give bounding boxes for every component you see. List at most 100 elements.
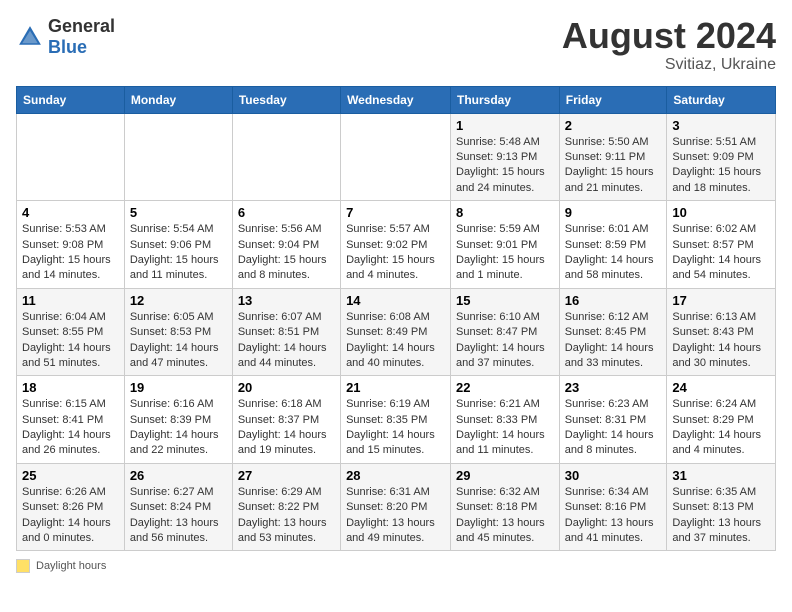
calendar-cell: 7 Sunrise: 5:57 AMSunset: 9:02 PMDayligh… xyxy=(341,201,451,289)
day-number: 22 xyxy=(456,380,554,395)
day-number: 17 xyxy=(672,293,770,308)
day-number: 3 xyxy=(672,118,770,133)
day-number: 10 xyxy=(672,205,770,220)
day-number: 9 xyxy=(565,205,662,220)
title-block: August 2024 Svitiaz, Ukraine xyxy=(562,16,776,74)
logo: General Blue xyxy=(16,16,115,58)
day-content: Sunrise: 5:50 AMSunset: 9:11 PMDaylight:… xyxy=(565,136,654,194)
day-header-sunday: Sunday xyxy=(17,86,125,113)
calendar-cell: 30 Sunrise: 6:34 AMSunset: 8:16 PMDaylig… xyxy=(559,463,667,551)
calendar-header-row: SundayMondayTuesdayWednesdayThursdayFrid… xyxy=(17,86,776,113)
logo-icon xyxy=(16,23,44,51)
calendar-cell: 5 Sunrise: 5:54 AMSunset: 9:06 PMDayligh… xyxy=(124,201,232,289)
calendar-cell xyxy=(17,113,125,201)
day-number: 15 xyxy=(456,293,554,308)
calendar-week-row: 1 Sunrise: 5:48 AMSunset: 9:13 PMDayligh… xyxy=(17,113,776,201)
calendar-cell: 18 Sunrise: 6:15 AMSunset: 8:41 PMDaylig… xyxy=(17,376,125,464)
day-number: 12 xyxy=(130,293,227,308)
calendar-cell: 25 Sunrise: 6:26 AMSunset: 8:26 PMDaylig… xyxy=(17,463,125,551)
day-number: 5 xyxy=(130,205,227,220)
day-header-thursday: Thursday xyxy=(451,86,560,113)
day-content: Sunrise: 6:32 AMSunset: 8:18 PMDaylight:… xyxy=(456,486,545,544)
daylight-label: Daylight hours xyxy=(36,560,106,572)
calendar-cell: 11 Sunrise: 6:04 AMSunset: 8:55 PMDaylig… xyxy=(17,288,125,376)
calendar-cell xyxy=(124,113,232,201)
day-content: Sunrise: 6:04 AMSunset: 8:55 PMDaylight:… xyxy=(22,311,111,369)
day-content: Sunrise: 5:53 AMSunset: 9:08 PMDaylight:… xyxy=(22,223,111,281)
daylight-indicator xyxy=(16,559,30,573)
main-title: August 2024 xyxy=(562,16,776,56)
day-content: Sunrise: 6:27 AMSunset: 8:24 PMDaylight:… xyxy=(130,486,219,544)
day-number: 24 xyxy=(672,380,770,395)
day-number: 30 xyxy=(565,468,662,483)
calendar-cell: 9 Sunrise: 6:01 AMSunset: 8:59 PMDayligh… xyxy=(559,201,667,289)
calendar-cell: 31 Sunrise: 6:35 AMSunset: 8:13 PMDaylig… xyxy=(667,463,776,551)
day-content: Sunrise: 6:23 AMSunset: 8:31 PMDaylight:… xyxy=(565,398,654,456)
day-number: 4 xyxy=(22,205,119,220)
page-header: General Blue August 2024 Svitiaz, Ukrain… xyxy=(16,16,776,74)
day-content: Sunrise: 6:35 AMSunset: 8:13 PMDaylight:… xyxy=(672,486,761,544)
day-content: Sunrise: 6:01 AMSunset: 8:59 PMDaylight:… xyxy=(565,223,654,281)
day-number: 2 xyxy=(565,118,662,133)
day-content: Sunrise: 6:31 AMSunset: 8:20 PMDaylight:… xyxy=(346,486,435,544)
day-content: Sunrise: 6:15 AMSunset: 8:41 PMDaylight:… xyxy=(22,398,111,456)
calendar-cell: 12 Sunrise: 6:05 AMSunset: 8:53 PMDaylig… xyxy=(124,288,232,376)
calendar-cell: 14 Sunrise: 6:08 AMSunset: 8:49 PMDaylig… xyxy=(341,288,451,376)
day-content: Sunrise: 5:48 AMSunset: 9:13 PMDaylight:… xyxy=(456,136,545,194)
calendar-cell: 24 Sunrise: 6:24 AMSunset: 8:29 PMDaylig… xyxy=(667,376,776,464)
calendar-cell: 20 Sunrise: 6:18 AMSunset: 8:37 PMDaylig… xyxy=(232,376,340,464)
calendar-cell: 16 Sunrise: 6:12 AMSunset: 8:45 PMDaylig… xyxy=(559,288,667,376)
day-number: 16 xyxy=(565,293,662,308)
day-header-tuesday: Tuesday xyxy=(232,86,340,113)
calendar-cell: 17 Sunrise: 6:13 AMSunset: 8:43 PMDaylig… xyxy=(667,288,776,376)
day-content: Sunrise: 6:10 AMSunset: 8:47 PMDaylight:… xyxy=(456,311,545,369)
day-content: Sunrise: 6:07 AMSunset: 8:51 PMDaylight:… xyxy=(238,311,327,369)
day-number: 23 xyxy=(565,380,662,395)
calendar-week-row: 18 Sunrise: 6:15 AMSunset: 8:41 PMDaylig… xyxy=(17,376,776,464)
day-number: 14 xyxy=(346,293,445,308)
day-content: Sunrise: 6:18 AMSunset: 8:37 PMDaylight:… xyxy=(238,398,327,456)
day-number: 8 xyxy=(456,205,554,220)
calendar-cell: 27 Sunrise: 6:29 AMSunset: 8:22 PMDaylig… xyxy=(232,463,340,551)
logo-blue: Blue xyxy=(48,37,87,57)
day-number: 6 xyxy=(238,205,335,220)
day-content: Sunrise: 6:05 AMSunset: 8:53 PMDaylight:… xyxy=(130,311,219,369)
calendar-cell xyxy=(341,113,451,201)
day-number: 26 xyxy=(130,468,227,483)
footer-note: Daylight hours xyxy=(16,559,776,573)
day-content: Sunrise: 5:57 AMSunset: 9:02 PMDaylight:… xyxy=(346,223,435,281)
day-header-saturday: Saturday xyxy=(667,86,776,113)
calendar-cell: 26 Sunrise: 6:27 AMSunset: 8:24 PMDaylig… xyxy=(124,463,232,551)
day-header-friday: Friday xyxy=(559,86,667,113)
day-number: 31 xyxy=(672,468,770,483)
calendar-table: SundayMondayTuesdayWednesdayThursdayFrid… xyxy=(16,86,776,552)
calendar-cell: 19 Sunrise: 6:16 AMSunset: 8:39 PMDaylig… xyxy=(124,376,232,464)
calendar-cell: 13 Sunrise: 6:07 AMSunset: 8:51 PMDaylig… xyxy=(232,288,340,376)
day-content: Sunrise: 5:51 AMSunset: 9:09 PMDaylight:… xyxy=(672,136,761,194)
calendar-cell: 2 Sunrise: 5:50 AMSunset: 9:11 PMDayligh… xyxy=(559,113,667,201)
day-number: 20 xyxy=(238,380,335,395)
day-number: 11 xyxy=(22,293,119,308)
calendar-cell: 22 Sunrise: 6:21 AMSunset: 8:33 PMDaylig… xyxy=(451,376,560,464)
day-number: 19 xyxy=(130,380,227,395)
logo-general: General xyxy=(48,16,115,36)
day-number: 18 xyxy=(22,380,119,395)
day-number: 13 xyxy=(238,293,335,308)
calendar-cell: 1 Sunrise: 5:48 AMSunset: 9:13 PMDayligh… xyxy=(451,113,560,201)
day-number: 29 xyxy=(456,468,554,483)
calendar-week-row: 11 Sunrise: 6:04 AMSunset: 8:55 PMDaylig… xyxy=(17,288,776,376)
day-content: Sunrise: 6:24 AMSunset: 8:29 PMDaylight:… xyxy=(672,398,761,456)
calendar-cell: 4 Sunrise: 5:53 AMSunset: 9:08 PMDayligh… xyxy=(17,201,125,289)
day-number: 1 xyxy=(456,118,554,133)
calendar-cell: 3 Sunrise: 5:51 AMSunset: 9:09 PMDayligh… xyxy=(667,113,776,201)
calendar-cell: 6 Sunrise: 5:56 AMSunset: 9:04 PMDayligh… xyxy=(232,201,340,289)
day-content: Sunrise: 6:12 AMSunset: 8:45 PMDaylight:… xyxy=(565,311,654,369)
calendar-cell: 28 Sunrise: 6:31 AMSunset: 8:20 PMDaylig… xyxy=(341,463,451,551)
calendar-cell: 23 Sunrise: 6:23 AMSunset: 8:31 PMDaylig… xyxy=(559,376,667,464)
day-content: Sunrise: 6:26 AMSunset: 8:26 PMDaylight:… xyxy=(22,486,111,544)
day-header-monday: Monday xyxy=(124,86,232,113)
calendar-cell: 8 Sunrise: 5:59 AMSunset: 9:01 PMDayligh… xyxy=(451,201,560,289)
day-content: Sunrise: 6:29 AMSunset: 8:22 PMDaylight:… xyxy=(238,486,327,544)
day-content: Sunrise: 6:02 AMSunset: 8:57 PMDaylight:… xyxy=(672,223,761,281)
calendar-week-row: 4 Sunrise: 5:53 AMSunset: 9:08 PMDayligh… xyxy=(17,201,776,289)
